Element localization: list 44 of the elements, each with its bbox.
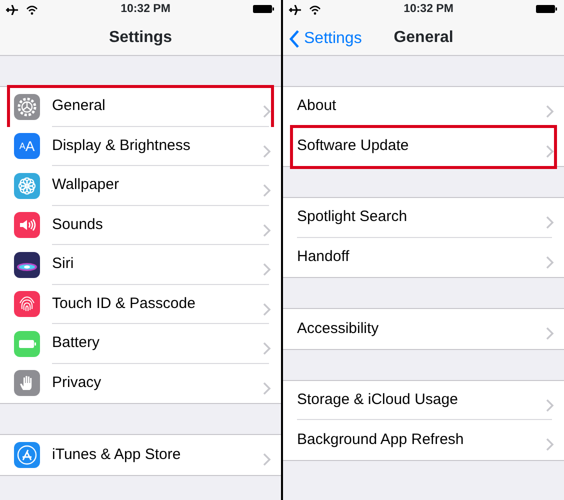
row-label: Display & Brightness xyxy=(52,136,190,156)
row-label: Software Update xyxy=(297,136,409,156)
row-label: Battery xyxy=(52,333,100,353)
chevron-icon xyxy=(546,105,554,118)
row-label: General xyxy=(52,96,106,116)
back-button[interactable]: Settings xyxy=(289,27,362,51)
row-label: Wallpaper xyxy=(52,175,119,195)
chevron-icon xyxy=(546,256,554,269)
chevron-icon xyxy=(263,105,271,118)
back-chevron-icon xyxy=(289,30,300,48)
chevron-icon xyxy=(263,263,271,276)
nav-title: Settings xyxy=(108,28,172,48)
status-time: 10:32 PM xyxy=(120,2,170,18)
chevron-icon xyxy=(263,184,271,198)
battery-icon xyxy=(252,4,275,14)
chevron-icon xyxy=(546,398,554,412)
chevron-icon xyxy=(263,453,271,466)
chevron-icon xyxy=(546,438,554,452)
chevron-icon xyxy=(546,216,554,230)
airplane-icon xyxy=(289,5,301,15)
row-label: Accessibility xyxy=(297,318,379,338)
chevron-icon xyxy=(263,382,271,395)
wifi-icon xyxy=(309,5,321,15)
chevron-icon xyxy=(263,224,271,237)
row-label: Spotlight Search xyxy=(297,207,408,227)
chevron-icon xyxy=(263,302,271,316)
row-label: iTunes & App Store xyxy=(52,444,181,464)
chevron-icon xyxy=(546,327,554,340)
nav-title: General xyxy=(394,28,454,48)
row-label: Background App Refresh xyxy=(297,430,464,450)
row-label: Touch ID & Passcode xyxy=(52,294,196,314)
chevron-icon xyxy=(263,144,271,158)
chevron-icon xyxy=(546,144,554,158)
row-label: About xyxy=(297,96,336,116)
row-label: Sounds xyxy=(52,214,103,234)
status-time: 10:32 PM xyxy=(404,2,454,18)
wifi-icon xyxy=(26,5,38,15)
airplane-icon xyxy=(6,5,18,15)
chevron-icon xyxy=(263,342,271,356)
row-label: Storage & iCloud Usage xyxy=(297,390,458,410)
row-label: Handoff xyxy=(297,247,350,267)
row-label: Siri xyxy=(52,254,74,274)
battery-icon xyxy=(536,4,558,14)
row-label: Privacy xyxy=(52,373,102,393)
